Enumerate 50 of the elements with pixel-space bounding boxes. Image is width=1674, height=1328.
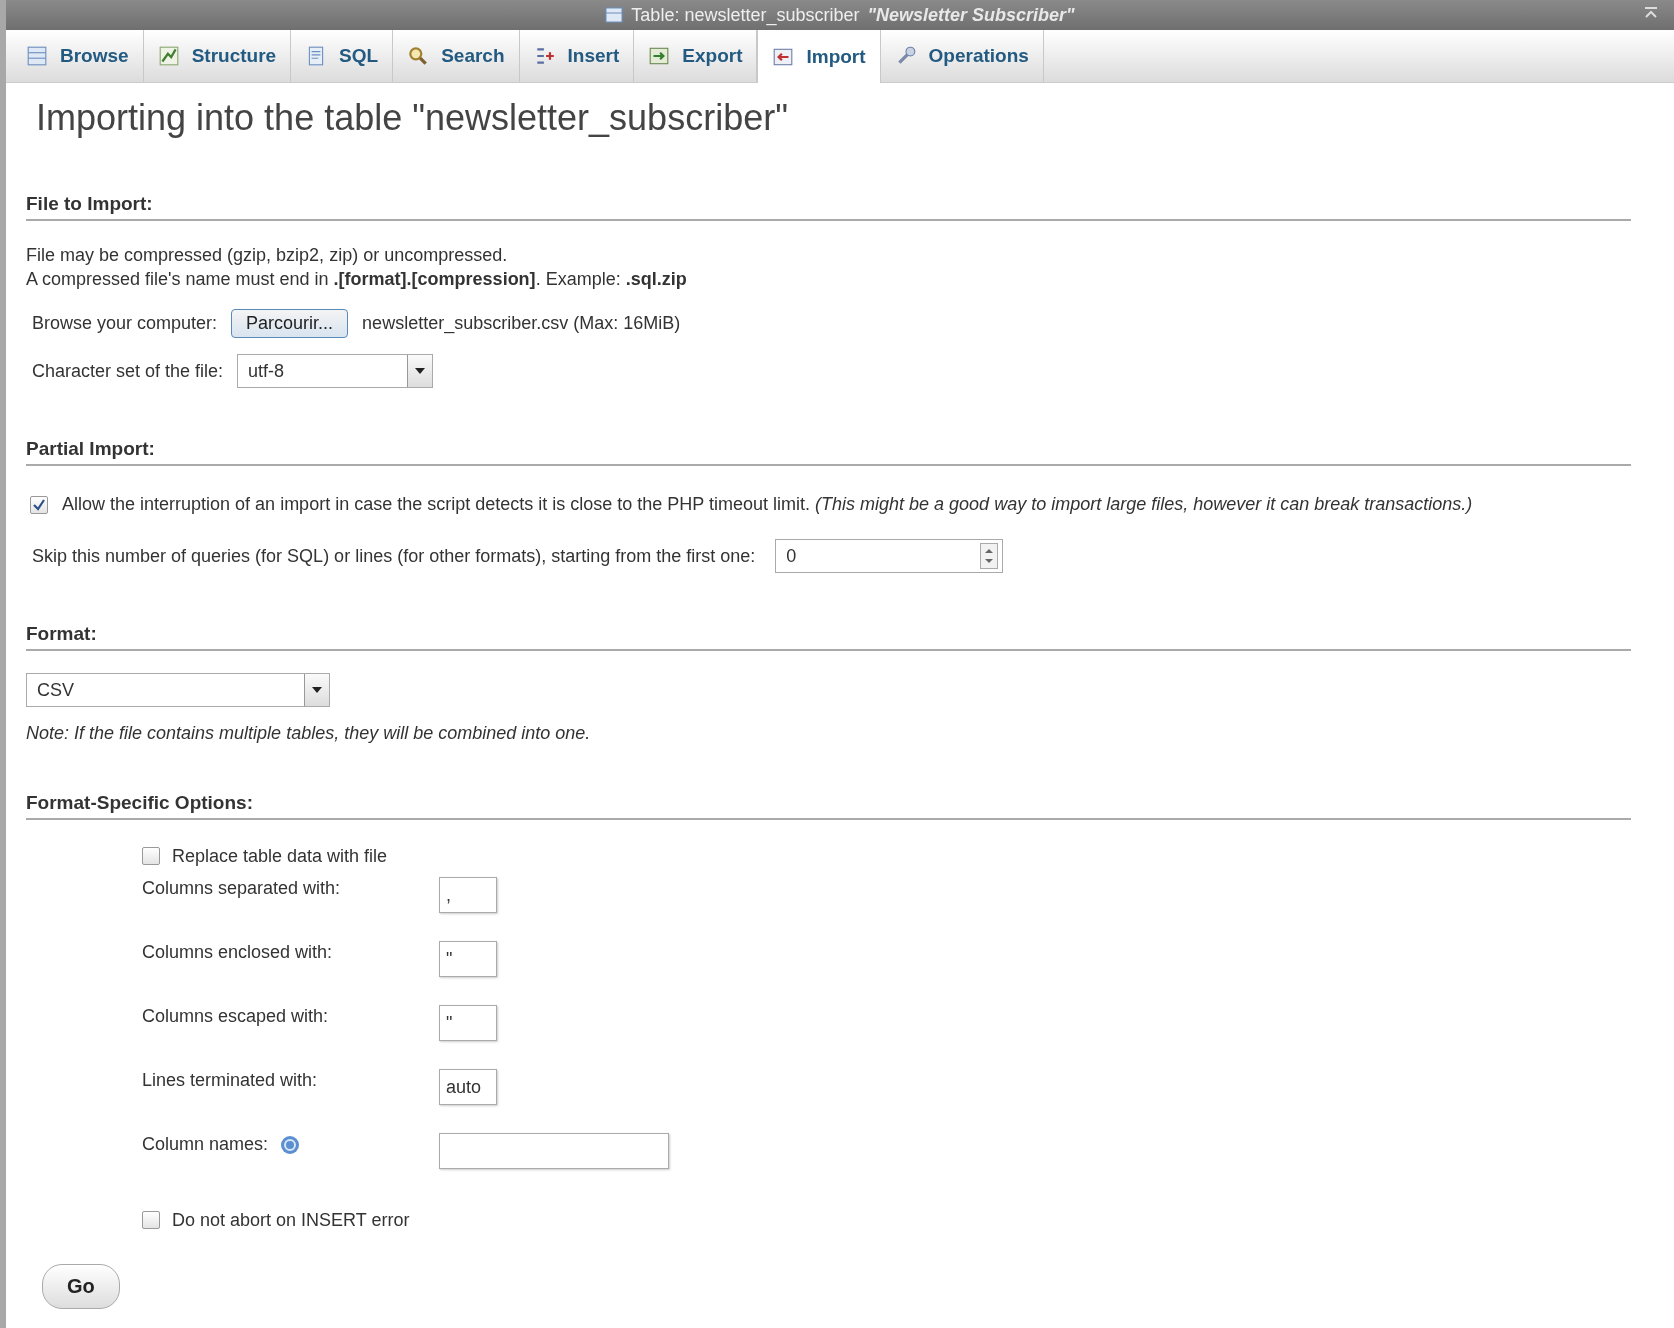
option-input[interactable]: , bbox=[439, 877, 497, 913]
dropdown-arrow-icon bbox=[415, 368, 426, 374]
structure-icon bbox=[157, 45, 180, 67]
table-icon bbox=[605, 6, 624, 24]
browse-button[interactable]: Parcourir... bbox=[231, 309, 349, 338]
window-title: Table: newsletter_subscriber bbox=[631, 4, 860, 26]
browse-icon bbox=[26, 45, 48, 67]
spinner-icon[interactable] bbox=[980, 543, 999, 569]
option-label: Columns escaped with: bbox=[142, 1006, 329, 1027]
compression-note: File may be compressed (gzip, bzip2, zip) or uncompressed. bbox=[26, 244, 509, 267]
compression-note: A compressed file's name must end in .[format].[compression]. Example: .sql.zip bbox=[26, 268, 688, 291]
dropdown-arrow-icon bbox=[312, 687, 322, 693]
skip-label: Skip this number of queries (for SQL) or lines (for other formats), starting from the first one: bbox=[32, 545, 756, 567]
tab[interactable]: Import bbox=[757, 30, 881, 83]
checkbox[interactable] bbox=[142, 847, 160, 865]
option-label: Columns separated with: bbox=[142, 878, 341, 899]
table-comment: "Newsletter Subscriber" bbox=[867, 4, 1075, 26]
tab[interactable]: Operations bbox=[880, 30, 1044, 82]
tab[interactable]: Structure bbox=[143, 30, 292, 82]
go-button[interactable]: Go bbox=[42, 1264, 120, 1309]
option-label: Column names: bbox=[142, 1134, 269, 1155]
checkbox[interactable] bbox=[142, 1211, 160, 1229]
tab[interactable]: Browse bbox=[12, 30, 144, 82]
option-input[interactable] bbox=[439, 1133, 669, 1169]
option-input[interactable]: auto bbox=[439, 1069, 497, 1105]
format-select[interactable]: CSV bbox=[26, 673, 330, 707]
checkbox-label: Allow the interruption of an import in case the script detects it is close to the PHP timeout limit. (This might be a good way to import large files, however it can break transactions.) bbox=[62, 494, 1473, 515]
option-label: Replace table data with file bbox=[172, 845, 388, 867]
page-heading: Importing into the table "newsletter_subscriber" bbox=[36, 97, 789, 139]
option-label: Lines terminated with: bbox=[142, 1070, 318, 1091]
option-input[interactable]: " bbox=[439, 1005, 497, 1041]
option-label: Do not abort on INSERT error bbox=[172, 1209, 410, 1231]
number-field[interactable]: 0 bbox=[775, 539, 1004, 573]
charset-select[interactable]: utf-8 bbox=[237, 354, 434, 388]
tab[interactable]: Insert bbox=[519, 30, 635, 82]
checkbox[interactable] bbox=[30, 495, 48, 514]
search-icon bbox=[407, 45, 430, 67]
option-label: Columns enclosed with: bbox=[142, 942, 333, 963]
section-title: File to Import: bbox=[26, 193, 1631, 221]
option-input[interactable]: " bbox=[439, 941, 497, 977]
tab[interactable]: SQL bbox=[291, 30, 394, 82]
section-title: Partial Import: bbox=[26, 438, 1631, 466]
export-icon bbox=[648, 45, 671, 67]
charset-label: Character set of the file: bbox=[32, 360, 224, 382]
format-note: Note: If the file contains multiple tables, they will be combined into one. bbox=[26, 723, 592, 744]
tab[interactable]: Search bbox=[393, 30, 520, 82]
section-title: Format: bbox=[26, 623, 1631, 651]
section-title: Format-Specific Options: bbox=[26, 792, 1631, 820]
browse-label: Browse your computer: bbox=[32, 313, 218, 334]
file-name: newsletter_subscriber.csv (Max: 16MiB) bbox=[362, 313, 681, 334]
